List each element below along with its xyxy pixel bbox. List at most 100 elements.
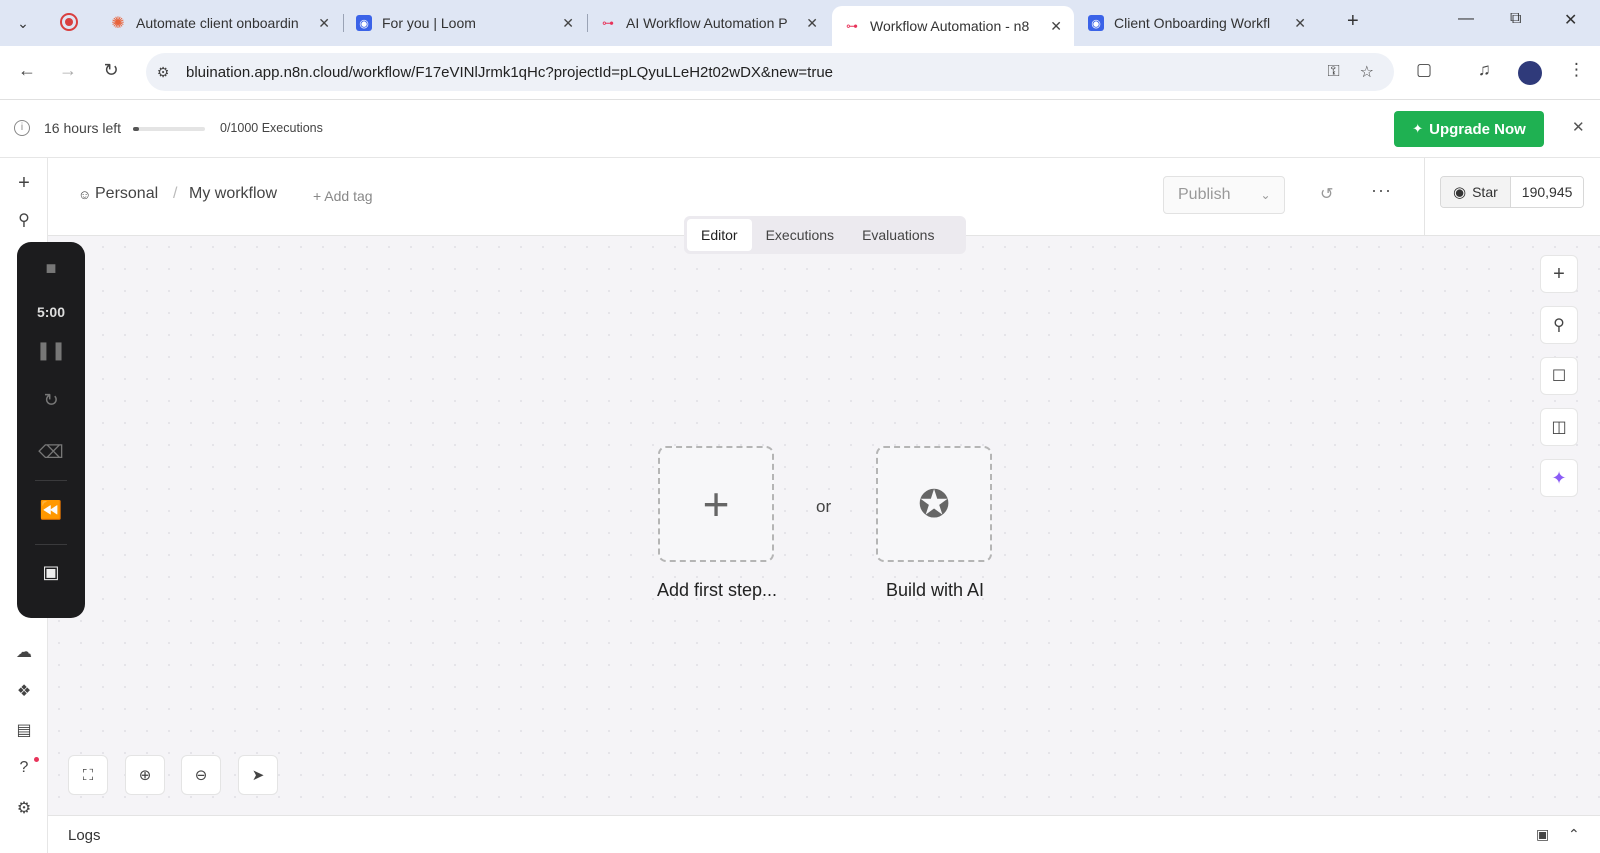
add-tag-button[interactable]: + Add tag	[313, 188, 373, 204]
settings-gear-icon[interactable]: ⚙	[14, 798, 34, 818]
star-label: Star	[1472, 184, 1498, 200]
insights-chart-icon[interactable]: ▤	[14, 720, 34, 740]
executions-count: 0/1000 Executions	[220, 121, 323, 135]
breadcrumb-project[interactable]: Personal	[95, 185, 158, 203]
chevron-up-icon[interactable]: ⌃	[1568, 826, 1580, 843]
add-first-step-label[interactable]: Add first step...	[617, 580, 817, 601]
chevron-down-icon[interactable]: ⌄	[1260, 188, 1270, 202]
camera-icon[interactable]: ▣	[17, 562, 85, 583]
plus-icon: +	[702, 478, 730, 530]
reload-icon[interactable]: ↻	[98, 60, 124, 81]
close-tab-icon[interactable]: ✕	[318, 15, 330, 32]
record-indicator-icon	[60, 13, 78, 31]
bookmark-star-icon[interactable]: ☆	[1360, 62, 1374, 82]
toggle-panel-icon[interactable]: ◫	[1540, 408, 1578, 446]
rewind-icon[interactable]: ⏪	[17, 500, 85, 521]
n8n-icon: ⊶	[846, 19, 858, 33]
header-divider	[1424, 158, 1425, 236]
browser-tab[interactable]: ⊶ AI Workflow Automation P ✕	[588, 6, 830, 40]
browser-tab-title: Automate client onboardin	[136, 15, 299, 31]
close-tab-icon[interactable]: ✕	[562, 15, 574, 32]
browser-menu-icon[interactable]: ⋮	[1568, 60, 1585, 80]
publish-label: Publish	[1178, 186, 1231, 203]
notification-dot	[34, 757, 39, 762]
zoom-in-icon[interactable]: ⊕	[125, 755, 165, 795]
cloud-icon[interactable]: ☁	[14, 642, 34, 662]
templates-icon[interactable]: ❖	[14, 681, 34, 701]
publish-button[interactable]: Publish ⌄	[1163, 176, 1285, 214]
profile-avatar[interactable]	[1518, 61, 1542, 85]
key-icon[interactable]: ⚿	[1327, 63, 1339, 81]
back-icon[interactable]: ←	[14, 60, 40, 81]
address-bar[interactable]: ⚙ bluination.app.n8n.cloud/workflow/F17e…	[146, 53, 1394, 91]
search-icon[interactable]: ⚲	[14, 210, 34, 230]
add-icon[interactable]: +	[14, 172, 34, 195]
build-with-ai-node[interactable]: ✪	[876, 446, 992, 562]
workflow-name[interactable]: My workflow	[189, 185, 277, 203]
recording-timer: 5:00	[36, 304, 66, 320]
tab-search-chevron-icon[interactable]: ⌄	[8, 8, 38, 38]
n8n-icon: ⊶	[602, 16, 614, 30]
browser-tab[interactable]: ✺ Automate client onboardin ✕	[98, 6, 342, 40]
media-control-icon[interactable]: ♫	[1478, 60, 1491, 80]
browser-tab-title: Client Onboarding Workfl	[1114, 15, 1271, 31]
restart-icon[interactable]: ↻	[17, 390, 85, 411]
delete-icon[interactable]: ⌫	[17, 442, 85, 463]
zoom-out-icon[interactable]: ⊖	[181, 755, 221, 795]
browser-tab-title: AI Workflow Automation P	[626, 15, 788, 31]
restore-icon[interactable]: ⧉	[1510, 10, 1521, 28]
url-text[interactable]: bluination.app.n8n.cloud/workflow/F17eVI…	[186, 64, 1327, 81]
sparkle-icon: ✦	[1412, 121, 1424, 136]
workflow-canvas[interactable]	[48, 236, 1600, 815]
github-star[interactable]: ◉ Star	[1441, 177, 1511, 207]
recorder-divider	[35, 544, 67, 545]
sticky-note-icon[interactable]: ☐	[1540, 357, 1578, 395]
browser-tab-title: Workflow Automation - n8	[870, 18, 1030, 34]
site-settings-icon[interactable]: ⚙	[146, 64, 180, 81]
magic-wand-icon: ✪	[918, 483, 950, 526]
close-tab-icon[interactable]: ✕	[806, 15, 818, 32]
info-icon: i	[14, 120, 30, 136]
logs-label: Logs	[68, 827, 101, 844]
close-tab-icon[interactable]: ✕	[1050, 18, 1062, 35]
search-nodes-icon[interactable]: ⚲	[1540, 306, 1578, 344]
star-count[interactable]: 190,945	[1510, 177, 1584, 207]
logs-panel-bar[interactable]: Logs ▣ ⌃	[48, 815, 1600, 853]
build-with-ai-label[interactable]: Build with AI	[835, 580, 1035, 601]
browser-tab-strip: ⌄ ✺ Automate client onboardin ✕ ◉ For yo…	[0, 0, 1600, 46]
browser-tab-title: For you | Loom	[382, 15, 476, 31]
minimize-icon[interactable]: —	[1458, 10, 1474, 28]
close-banner-icon[interactable]: ✕	[1572, 118, 1585, 136]
github-star-button[interactable]: ◉ Star 190,945	[1440, 176, 1585, 208]
close-window-icon[interactable]: ✕	[1564, 10, 1577, 30]
trial-progress-bar	[133, 127, 205, 131]
pause-icon[interactable]: ❚❚	[17, 340, 85, 361]
pop-out-icon[interactable]: ▣	[1536, 826, 1549, 843]
new-tab-button[interactable]: +	[1347, 10, 1359, 33]
tab-editor[interactable]: Editor	[687, 219, 752, 251]
add-first-step-node[interactable]: +	[658, 446, 774, 562]
browser-tab-active[interactable]: ⊶ Workflow Automation - n8 ✕	[832, 6, 1074, 46]
asterisk-icon: ✺	[111, 15, 125, 32]
tab-evaluations[interactable]: Evaluations	[848, 219, 948, 251]
browser-tab[interactable]: ◉ Client Onboarding Workfl ✕	[1076, 6, 1318, 40]
trial-banner: i 16 hours left 0/1000 Executions ✦ Upgr…	[0, 100, 1600, 158]
or-separator: or	[816, 497, 832, 516]
pointer-icon[interactable]: ➤	[238, 755, 278, 795]
history-icon[interactable]: ↺	[1320, 184, 1333, 204]
help-icon[interactable]: ?	[14, 759, 34, 777]
loom-recorder-panel: ■ 5:00 ❚❚ ↻ ⌫ ⏪ ▣	[17, 242, 85, 618]
breadcrumb-separator: /	[173, 185, 178, 202]
more-options-icon[interactable]: ···	[1371, 180, 1392, 201]
forward-icon[interactable]: →	[55, 60, 81, 81]
ai-assistant-icon[interactable]: ✦	[1540, 459, 1578, 497]
browser-tab[interactable]: ◉ For you | Loom ✕	[344, 6, 586, 40]
tab-executions[interactable]: Executions	[752, 219, 848, 251]
extensions-icon[interactable]: ▢	[1416, 60, 1432, 80]
close-tab-icon[interactable]: ✕	[1294, 15, 1306, 32]
stop-recording-icon[interactable]: ■	[17, 258, 85, 279]
browser-toolbar: ← → ↻ ⚙ bluination.app.n8n.cloud/workflo…	[0, 46, 1600, 100]
upgrade-now-button[interactable]: ✦ Upgrade Now	[1394, 111, 1544, 147]
add-node-button[interactable]: +	[1540, 255, 1578, 293]
fit-view-icon[interactable]: ⛶	[68, 755, 108, 795]
